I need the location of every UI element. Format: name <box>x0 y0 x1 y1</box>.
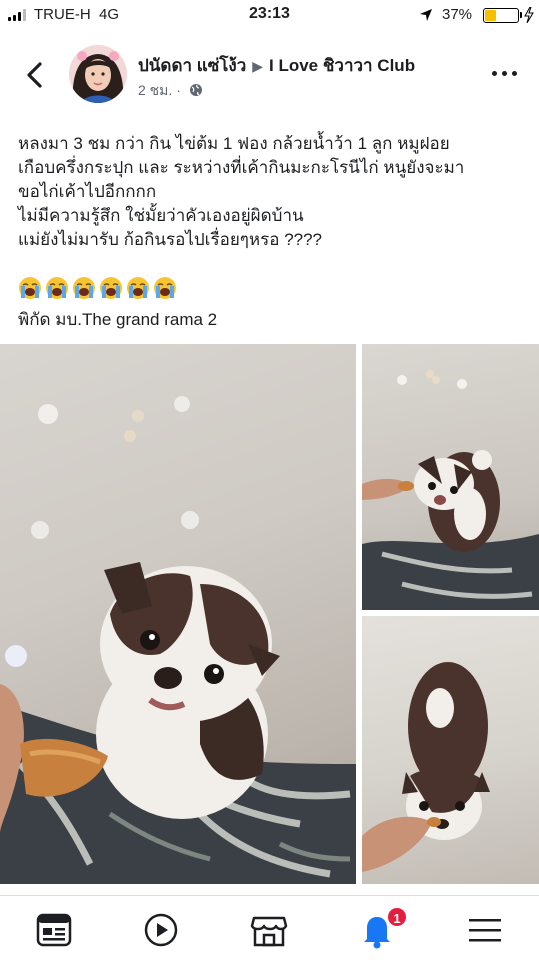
location-line: พิกัด มบ.The grand rama 2 <box>18 310 218 329</box>
more-options-icon[interactable] <box>492 70 518 78</box>
post-text-line: แม่ยังไม่มารับ ก้อกินรอไปเรื่อยๆหรอ ???? <box>18 230 323 249</box>
charging-bolt-icon <box>524 7 534 23</box>
watch-icon[interactable] <box>141 910 181 950</box>
battery-icon <box>483 8 519 23</box>
dog-photo-bottom-right[interactable] <box>362 616 539 884</box>
marketplace-icon[interactable] <box>249 910 289 950</box>
bottom-nav <box>0 895 539 960</box>
post-text-line: หลงมา 3 ชม กว่า กิน ไข่ต้ม 1 ฟอง กล้วยน้… <box>18 134 450 153</box>
post-text-line: เกือบครึ่งกระปุก และ ระหว่างที่เค้ากินมะ… <box>18 158 465 177</box>
status-bar: TRUE-H 4G 23:13 37% <box>0 0 539 32</box>
author-name[interactable]: ปนัดดา แซ่โง้ว <box>138 56 246 75</box>
post-time[interactable]: 2 ชม. <box>138 82 172 98</box>
dog-photo-large[interactable] <box>0 344 356 884</box>
post-author-line: ปนัดดา แซ่โง้ว ▶ I Love ชิวาวา Club <box>138 52 415 79</box>
post-text-line: ไม่มีความรู้สึก ใช่มั้ยว่าคัวเองอยู่ผิดบ… <box>18 206 304 225</box>
battery-percent: 37% <box>442 6 473 23</box>
back-chevron-icon[interactable] <box>20 58 50 92</box>
loudly-crying-face-icon <box>100 277 122 299</box>
notification-badge: 1 <box>386 906 408 928</box>
meta-separator: · <box>176 82 181 98</box>
globe-icon <box>189 84 202 96</box>
loudly-crying-face-icon <box>19 277 41 299</box>
dog-photo-top-right[interactable] <box>362 344 539 610</box>
loudly-crying-face-icon <box>154 277 176 299</box>
post-text-line: ขอไก่เค้าไปอีกกกก <box>18 182 157 201</box>
menu-icon[interactable] <box>465 910 505 950</box>
group-name[interactable]: I Love ชิวาวา Club <box>269 56 415 75</box>
loudly-crying-face-icon <box>46 277 68 299</box>
avatar[interactable] <box>69 45 127 103</box>
battery-tip <box>520 12 522 18</box>
news-feed-icon[interactable] <box>34 910 74 950</box>
loudly-crying-face-icon <box>73 277 95 299</box>
location-arrow-icon <box>420 9 432 21</box>
loudly-crying-face-icon <box>127 277 149 299</box>
post-meta: 2 ชม. · <box>138 80 203 102</box>
post-text: หลงมา 3 ชม กว่า กิน ไข่ต้ม 1 ฟอง กล้วยน้… <box>18 132 524 252</box>
to-group-arrow-icon: ▶ <box>252 58 264 74</box>
